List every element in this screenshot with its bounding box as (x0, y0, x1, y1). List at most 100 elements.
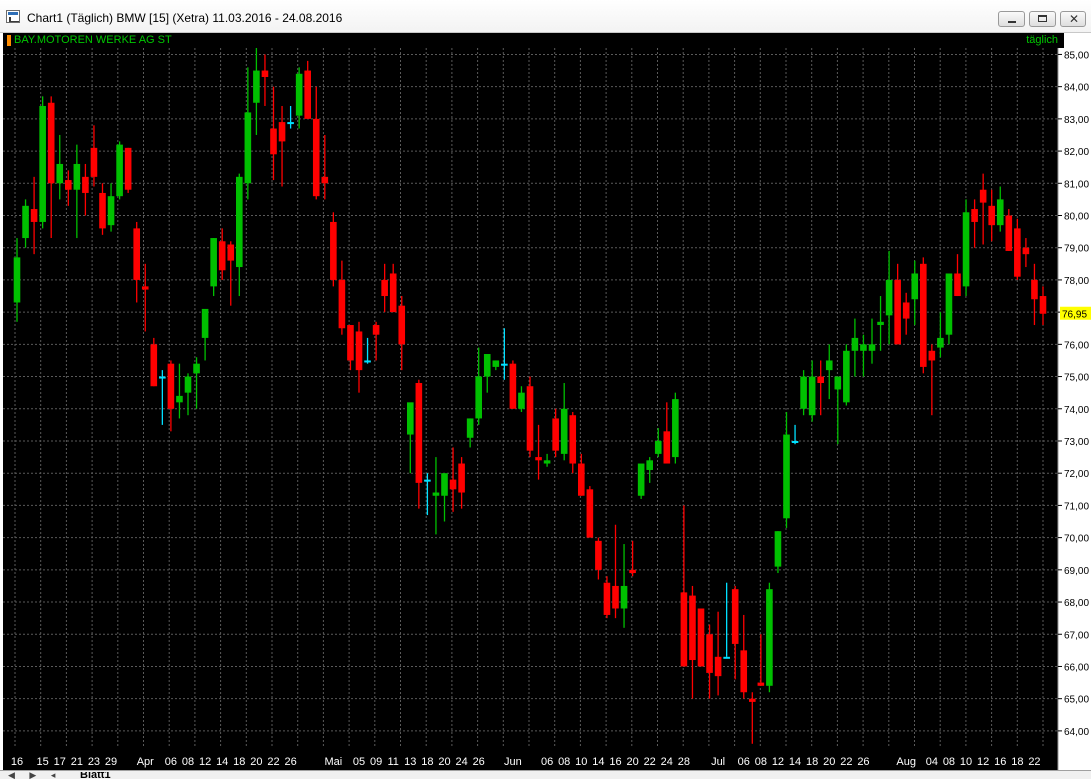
candle-body (1014, 228, 1021, 277)
candle-body (595, 540, 602, 570)
price-tick-label: 72,00 (1064, 469, 1089, 480)
candle-body (920, 263, 927, 367)
candle-body (372, 325, 380, 335)
date-tick-label: 29 (105, 756, 117, 768)
date-tick-label: 15 (37, 756, 49, 768)
price-tick-label: 73,00 (1064, 437, 1089, 448)
candle-body (971, 209, 978, 222)
price-tick-label: 84,00 (1064, 83, 1089, 94)
candle-body (774, 531, 782, 567)
date-tick-label: 23 (88, 756, 100, 768)
candle-body (355, 331, 363, 371)
candle-body (407, 402, 414, 435)
date-tick-label: 12 (977, 756, 989, 768)
window-title: Chart1 (Täglich) BMW [15] (Xetra) 11.03.… (27, 11, 343, 25)
candle-body (629, 569, 636, 574)
candle-body (988, 205, 995, 226)
date-tick-label: 22 (644, 756, 656, 768)
period-label[interactable]: täglich (1026, 34, 1058, 46)
candle-body (834, 376, 842, 390)
close-button[interactable]: ✕ (1060, 11, 1086, 27)
candle-body (458, 463, 465, 493)
candle-body (133, 228, 140, 280)
candle-body (808, 376, 816, 416)
candlestick-chart[interactable]: 64,00 65,00 66,00 67,00 68,00 69,00 70,00 71,00… (3, 48, 1091, 770)
date-tick-label: 18 (806, 756, 818, 768)
candle-body (22, 205, 29, 239)
candle-body (509, 363, 517, 409)
date-tick-label: 16 (994, 756, 1006, 768)
candle-body (330, 221, 337, 280)
date-tick-label: Mai (324, 756, 342, 768)
price-tick-label: 74,00 (1064, 405, 1089, 416)
date-tick-label: 08 (558, 756, 570, 768)
candle-body (894, 279, 901, 345)
candle-body (603, 582, 611, 615)
candle-body (176, 395, 183, 403)
candle-body (73, 163, 81, 190)
minimize-button[interactable] (998, 11, 1025, 27)
price-tick-label: 79,00 (1064, 244, 1089, 255)
candle-body (150, 344, 158, 387)
candle-body (731, 589, 739, 644)
candle-body (389, 273, 397, 313)
candle-body (714, 656, 722, 677)
close-icon: ✕ (1069, 12, 1080, 26)
candle-body (141, 286, 149, 290)
candle-body (167, 363, 175, 409)
candle-body (295, 73, 303, 116)
candle-body (543, 460, 551, 464)
date-tick-label: 22 (840, 756, 852, 768)
candle-body (979, 189, 987, 203)
candle-body (928, 350, 936, 361)
candle-body (381, 279, 388, 297)
price-tick-label: 68,00 (1064, 598, 1089, 609)
last-price-label: 76,95 (1062, 310, 1087, 321)
date-tick-label: 06 (165, 756, 177, 768)
maximize-button[interactable] (1029, 11, 1056, 27)
date-tick-label: 20 (250, 756, 262, 768)
candle-body (304, 70, 311, 119)
candle-body (757, 682, 765, 686)
candle-body (193, 363, 200, 374)
candle-body (415, 383, 423, 483)
date-tick-label: Jun (504, 756, 522, 768)
candle-body (962, 212, 970, 287)
instrument-label[interactable]: BAY.MOTOREN WERKE AG ST (14, 34, 172, 46)
candle-body (612, 585, 619, 609)
candle-body (569, 415, 577, 464)
candle-body (483, 354, 491, 377)
candle-body (1039, 296, 1047, 314)
date-tick-label: 10 (575, 756, 587, 768)
candle-body (578, 463, 585, 496)
price-axis: 64,00 65,00 66,00 67,00 68,00 69,00 70,00 71,00… (1057, 48, 1089, 770)
candle-body (817, 376, 824, 384)
candle-body (1005, 215, 1013, 251)
candle-body (287, 122, 294, 125)
date-tick-label: 09 (370, 756, 382, 768)
candle-body (766, 589, 773, 686)
date-tick-label: 18 (421, 756, 433, 768)
candle-body (236, 176, 243, 268)
candle-body (82, 176, 89, 193)
candle-body (244, 112, 252, 184)
candle-body (740, 650, 748, 693)
candle-body (885, 279, 893, 316)
candle-body (825, 360, 833, 371)
candle-body (364, 360, 371, 363)
candle-body (338, 279, 346, 329)
date-tick-label: 18 (1011, 756, 1023, 768)
date-tick-label: 22 (267, 756, 279, 768)
date-tick-label: Jul (711, 756, 725, 768)
candle-body (475, 376, 482, 419)
candle-body (526, 386, 534, 451)
date-tick-label: 26 (857, 756, 869, 768)
candle-body (424, 479, 431, 482)
candle-body (210, 238, 217, 287)
date-tick-label: 08 (943, 756, 955, 768)
date-tick-label: 28 (678, 756, 690, 768)
price-tick-label: 76,00 (1064, 340, 1089, 351)
candle-body (680, 592, 688, 667)
candle-body (937, 337, 944, 348)
candle-body (47, 102, 55, 184)
